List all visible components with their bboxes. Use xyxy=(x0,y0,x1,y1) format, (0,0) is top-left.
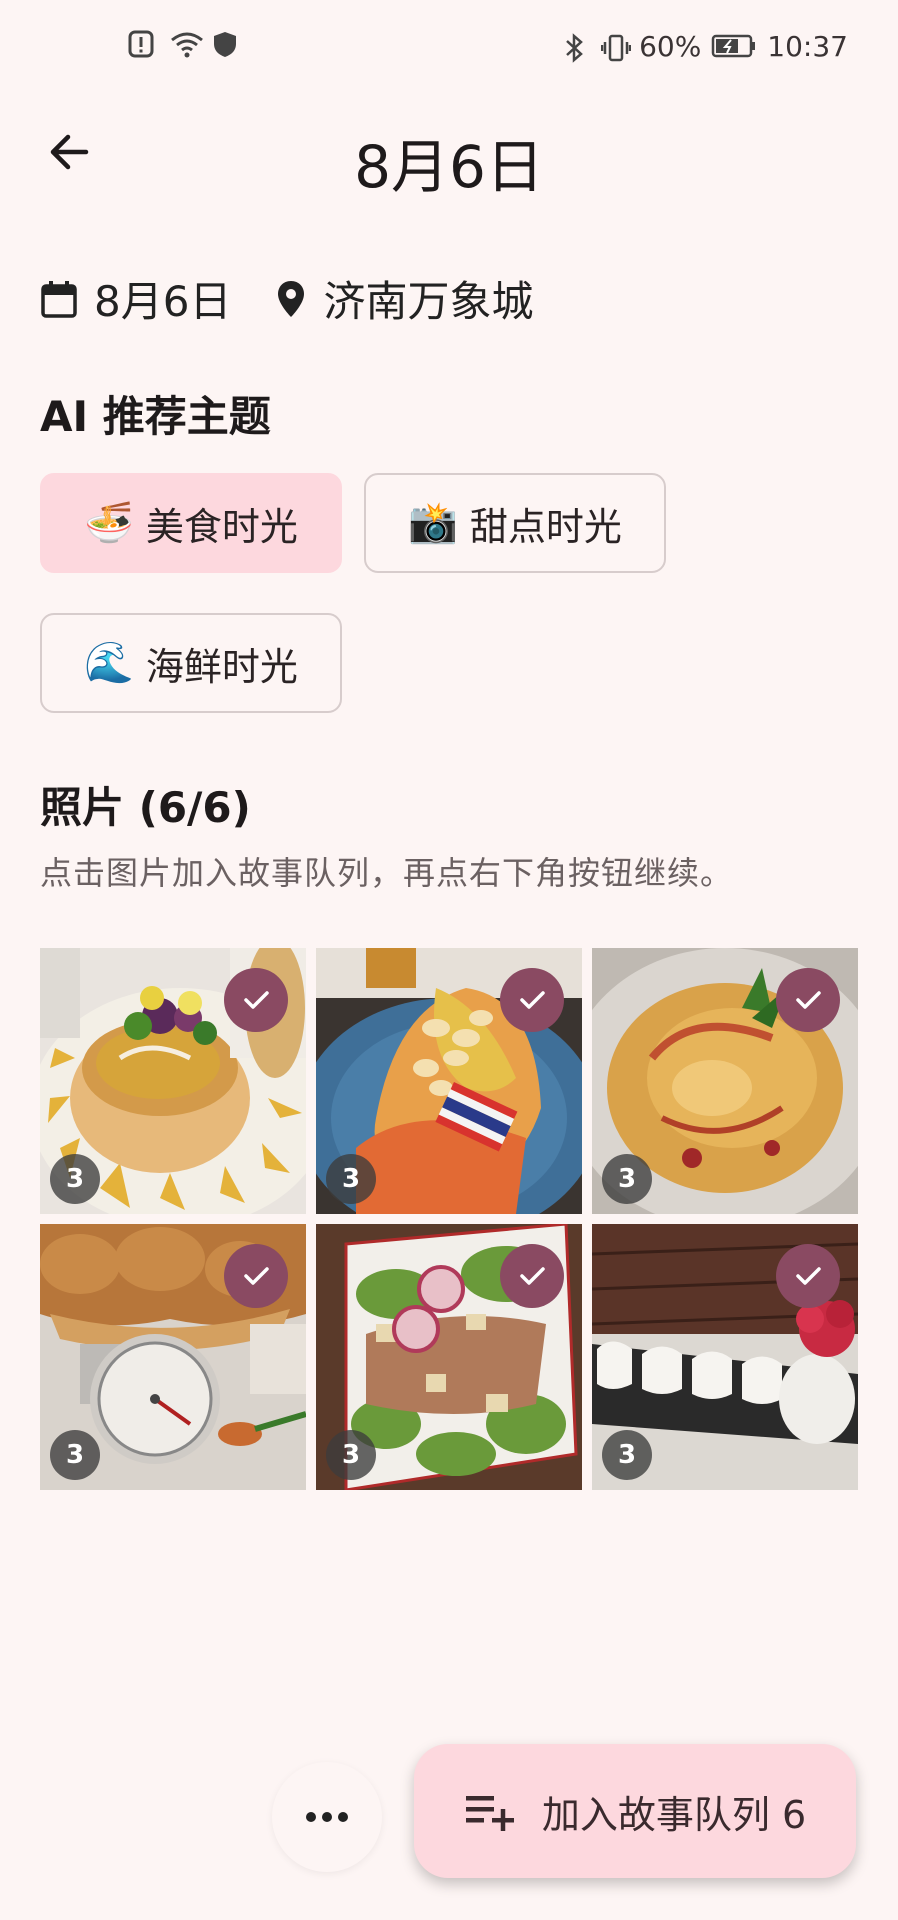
checkmark-icon xyxy=(244,991,269,1009)
date-text: 8月6日 xyxy=(94,277,232,326)
photo-tile[interactable]: 3 xyxy=(592,948,858,1214)
calendar-icon xyxy=(41,280,77,318)
chip-label: 海鲜时光 xyxy=(145,644,298,689)
photos-section-title: 照片 (6/6) xyxy=(40,783,251,832)
alert-icon xyxy=(128,30,156,58)
wifi-icon xyxy=(170,30,203,58)
checkmark-icon xyxy=(796,1267,821,1285)
photo-tile[interactable]: 3 xyxy=(40,948,306,1214)
chip-label: 甜点时光 xyxy=(469,504,622,549)
photo-tile[interactable]: 3 xyxy=(40,1224,306,1490)
selected-check[interactable] xyxy=(500,968,564,1032)
wave-icon: 🌊 xyxy=(84,640,134,686)
location-info: 济南万象城 xyxy=(275,268,533,329)
chip-dessert-time[interactable]: 📸 甜点时光 xyxy=(364,473,666,573)
shield-icon xyxy=(212,30,240,58)
status-bar: 60% 10:37 xyxy=(0,0,898,100)
battery-icon xyxy=(711,33,757,61)
bluetooth-icon xyxy=(563,32,591,63)
add-to-story-queue-button[interactable]: 加入故事队列 6 xyxy=(414,1744,856,1878)
meta-row: 8月6日 济南万象城 xyxy=(40,268,577,329)
photo-count-badge: 3 xyxy=(50,1154,100,1204)
photo-tile[interactable]: 3 xyxy=(592,1224,858,1490)
photo-count-badge: 3 xyxy=(326,1430,376,1480)
playlist-add-icon xyxy=(465,1796,514,1831)
selected-check[interactable] xyxy=(224,1244,288,1308)
checkmark-icon xyxy=(520,991,545,1009)
noodle-bowl-icon: 🍜 xyxy=(84,500,134,546)
photo-count-badge: 3 xyxy=(326,1154,376,1204)
vibrate-icon xyxy=(600,33,632,61)
photos-hint: 点击图片加入故事队列，再点右下角按钮继续。 xyxy=(40,854,734,892)
camera-flash-icon: 📸 xyxy=(408,500,458,546)
clock: 10:37 xyxy=(767,30,848,63)
location-text: 济南万象城 xyxy=(323,277,534,326)
chip-food-time[interactable]: 🍜 美食时光 xyxy=(40,473,342,573)
chip-label: 美食时光 xyxy=(145,504,298,549)
location-pin-icon xyxy=(278,280,305,317)
page-title: 8月6日 xyxy=(354,133,544,201)
checkmark-icon xyxy=(796,991,821,1009)
add-to-story-queue-label: 加入故事队列 6 xyxy=(541,1792,807,1837)
selected-check[interactable] xyxy=(224,968,288,1032)
selected-check[interactable] xyxy=(776,968,840,1032)
photo-tile[interactable]: 3 xyxy=(316,1224,582,1490)
photo-count-badge: 3 xyxy=(602,1154,652,1204)
more-horizontal-icon xyxy=(306,1812,348,1822)
ai-section-title: AI 推荐主题 xyxy=(40,392,271,441)
chip-seafood-time[interactable]: 🌊 海鲜时光 xyxy=(40,613,342,713)
photo-count-badge: 3 xyxy=(602,1430,652,1480)
checkmark-icon xyxy=(244,1267,269,1285)
selected-check[interactable] xyxy=(776,1244,840,1308)
selected-check[interactable] xyxy=(500,1244,564,1308)
top-app-bar: 8月6日 xyxy=(0,100,898,210)
photo-count-badge: 3 xyxy=(50,1430,100,1480)
checkmark-icon xyxy=(520,1267,545,1285)
more-options-button[interactable] xyxy=(272,1762,382,1872)
photo-tile[interactable]: 3 xyxy=(316,948,582,1214)
battery-percent: 60% xyxy=(639,30,702,63)
date-info: 8月6日 xyxy=(40,268,231,329)
